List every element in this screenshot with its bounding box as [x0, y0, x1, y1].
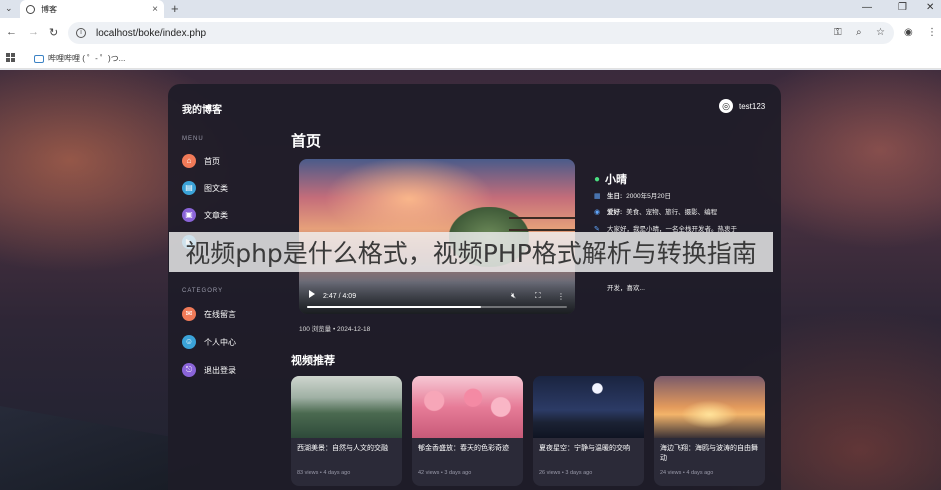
rec-title: 郁金香盛放：春天的色彩奇迹 [418, 445, 509, 452]
rec-thumb [291, 376, 402, 438]
zoom-icon[interactable]: ⌕ [856, 27, 862, 38]
sidebar-item-home[interactable]: ⌂ 首页 [182, 154, 220, 168]
mute-icon[interactable]: 🔇︎ [511, 291, 516, 301]
rec-thumb [533, 376, 644, 438]
url-text: localhost/boke/index.php [96, 27, 207, 39]
user-icon: ☺ [182, 335, 196, 349]
calendar-icon: ▦ [594, 193, 601, 200]
rec-card-seagulls[interactable]: 海边飞翔：海鸥与波涛的自由舞动 24 views • 4 days ago [654, 376, 765, 486]
sidebar-item-logout[interactable]: ⎋ 退出登录 [182, 363, 236, 377]
recommend-title: 视频推荐 [291, 355, 335, 367]
video-progress-bar[interactable] [307, 306, 567, 308]
password-key-icon[interactable]: ⚿ [834, 27, 842, 38]
back-icon[interactable]: ← [6, 26, 17, 38]
category-heading: CATEGORY [182, 288, 224, 294]
bookmark-bilibili[interactable]: 哔哩哔哩 ( ゜- ゜)つ... [34, 53, 125, 64]
rec-thumb [412, 376, 523, 438]
browser-toolbar: ← → ↻ i localhost/boke/index.php ⚿ ⌕ ☆ ◉… [0, 18, 941, 48]
rec-card-west-lake[interactable]: 西湖美景：自然与人文的交融 83 views • 4 days ago [291, 376, 402, 486]
close-window-icon[interactable]: ✕ [926, 2, 934, 13]
message-icon: ✉ [182, 307, 196, 321]
intro-text-2: 开发，喜欢... [607, 285, 645, 292]
apps-grid-icon[interactable] [6, 53, 15, 62]
site-logo[interactable]: 我的博客 [182, 101, 222, 116]
globe-icon [26, 4, 35, 14]
hobby-label: 爱好: [607, 209, 623, 216]
rec-thumb [654, 376, 765, 438]
reload-icon[interactable]: ↻ [49, 26, 58, 39]
sidebar-item-articles[interactable]: ▣ 文章类 [182, 208, 228, 222]
birthday-value: 2000年5月20日 [626, 193, 671, 200]
new-tab-button[interactable]: + [171, 1, 179, 16]
profile-hobby: ◉ 爱好: 美食、宠物、旅行、摄影、编程 [594, 208, 764, 218]
tab-close-icon[interactable]: × [152, 4, 158, 15]
menu-heading: MENU [182, 136, 204, 142]
rec-meta: 26 views • 3 days ago [539, 470, 593, 476]
site-info-icon[interactable]: i [76, 28, 86, 38]
rec-title: 西湖美景：自然与人文的交融 [297, 445, 388, 452]
rec-card-tulips[interactable]: 郁金香盛放：春天的色彩奇迹 42 views • 3 days ago [412, 376, 523, 486]
rec-title: 海边飞翔：海鸥与波涛的自由舞动 [660, 445, 758, 462]
tv-icon [34, 54, 44, 63]
user-menu[interactable]: ◎ test123 [719, 99, 765, 113]
sidebar-item-profile[interactable]: ☺ 个人中心 [182, 335, 236, 349]
tab-blog[interactable]: 博客 × [20, 0, 164, 18]
sidebar-item-label: 文章类 [204, 210, 228, 220]
forward-icon[interactable]: → [28, 26, 39, 38]
tab-search-icon[interactable]: ⌄ [5, 3, 13, 14]
birthday-label: 生日: [607, 193, 623, 200]
sidebar-item-label: 图文类 [204, 183, 228, 193]
video-time: 2:47 / 4:09 [323, 293, 357, 300]
bookmark-star-icon[interactable]: ☆ [876, 27, 885, 38]
sidebar-item-label: 退出登录 [204, 365, 236, 375]
profile-intro-cont: 开发，喜欢... [607, 284, 777, 294]
home-icon: ⌂ [182, 154, 196, 168]
bookmark-label: 哔哩哔哩 ( ゜- ゜)つ... [48, 54, 126, 63]
restore-icon[interactable]: ❐ [898, 2, 907, 13]
hobby-value: 美食、宠物、旅行、摄影、编程 [626, 209, 718, 216]
fullscreen-icon[interactable]: ⛶ [535, 291, 541, 301]
blog-card: 我的博客 ◎ test123 MENU ⌂ 首页 ▤ 图文类 ▣ 文章类 ▶ C… [168, 84, 781, 490]
video-progress-fill [307, 306, 482, 308]
rec-title: 夏夜星空：宁静与温暖的交响 [539, 445, 630, 452]
page-title: 首页 [291, 133, 322, 150]
avatar-icon: ◎ [719, 99, 733, 113]
username: test123 [739, 101, 766, 111]
sidebar-item-label: 在线留言 [204, 309, 236, 319]
sidebar-item-label: 个人中心 [204, 337, 236, 347]
sidebar-item-label: 首页 [204, 156, 220, 166]
profile-name: ● 小晴 [594, 171, 627, 187]
play-icon[interactable] [309, 290, 315, 298]
person-icon: ● [594, 173, 601, 185]
video-controls: 2:47 / 4:09 🔇︎ ⛶ ⋮ [299, 280, 575, 314]
hobby-icon: ◉ [594, 209, 601, 216]
overlay-banner: 视频php是什么格式，视频PHP格式解析与转换指南 [169, 232, 773, 272]
profile-name-text: 小晴 [605, 174, 628, 186]
bookmarks-bar: 哔哩哔哩 ( ゜- ゜)つ... [0, 48, 941, 69]
sidebar-item-guestbook[interactable]: ✉ 在线留言 [182, 307, 236, 321]
minimize-icon[interactable]: — [862, 2, 872, 13]
video-frame-fence [509, 217, 575, 231]
sidebar-item-image-text[interactable]: ▤ 图文类 [182, 181, 228, 195]
menu-kebab-icon[interactable]: ⋮ [927, 27, 937, 38]
more-options-icon[interactable]: ⋮ [557, 292, 565, 301]
tab-strip: ⌄ 博客 × + — ❐ ✕ [0, 0, 941, 18]
tab-title: 博客 [41, 4, 57, 14]
rec-meta: 83 views • 4 days ago [297, 470, 351, 476]
video-meta: 100 浏览量 • 2024-12-18 [299, 326, 371, 333]
address-bar[interactable]: i localhost/boke/index.php [68, 22, 894, 44]
rec-meta: 42 views • 3 days ago [418, 470, 472, 476]
logout-icon: ⎋ [182, 363, 196, 377]
rec-card-night-sky[interactable]: 夏夜星空：宁静与温暖的交响 26 views • 3 days ago [533, 376, 644, 486]
profile-icon[interactable]: ◉ [904, 27, 913, 38]
profile-birthday: ▦ 生日: 2000年5月20日 [594, 192, 764, 202]
article-icon: ▣ [182, 208, 196, 222]
image-icon: ▤ [182, 181, 196, 195]
rec-meta: 24 views • 4 days ago [660, 470, 714, 476]
